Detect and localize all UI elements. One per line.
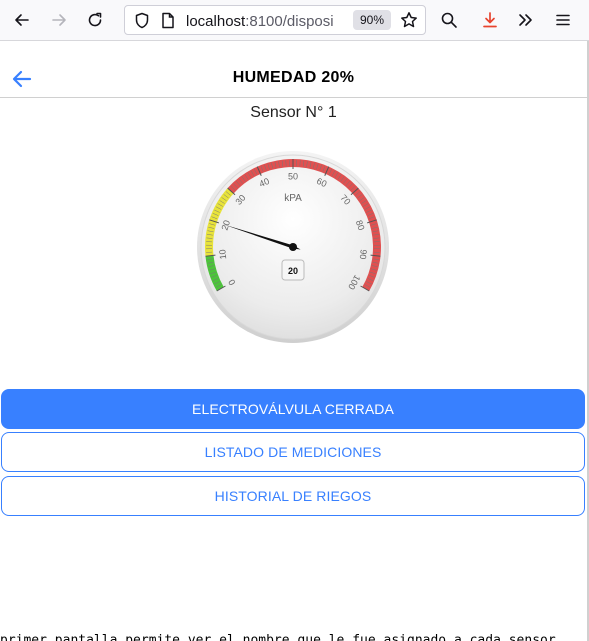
humidity-gauge: 010203040 50 60708090100 kPA 20 bbox=[197, 151, 389, 343]
gauge-tick-label: 50 bbox=[288, 171, 298, 181]
sensor-label: Sensor N° 1 bbox=[250, 104, 337, 121]
back-arrow-icon[interactable] bbox=[8, 6, 36, 34]
url-text[interactable]: localhost:8100/disposi bbox=[186, 13, 354, 30]
reload-icon[interactable] bbox=[81, 6, 109, 34]
shield-icon[interactable] bbox=[134, 12, 150, 34]
measurements-list-button[interactable]: LISTADO DE MEDICIONES bbox=[1, 432, 585, 472]
star-icon[interactable] bbox=[400, 11, 418, 34]
overflow-chevrons-icon[interactable] bbox=[512, 6, 540, 34]
zoom-badge[interactable]: 90% bbox=[353, 10, 391, 30]
app-header: HUMEDAD 20% bbox=[0, 41, 587, 98]
gauge-unit: kPA bbox=[284, 193, 302, 204]
browser-toolbar: localhost:8100/disposi 90% bbox=[0, 0, 589, 41]
irrigation-history-button[interactable]: HISTORIAL DE RIEGOS bbox=[1, 476, 585, 516]
url-path: :8100/disposi bbox=[245, 13, 334, 30]
page-icon[interactable] bbox=[161, 12, 175, 34]
footer-text: primer pantalla permite ver el nombre qu… bbox=[0, 631, 587, 641]
search-icon[interactable] bbox=[435, 6, 463, 34]
hamburger-menu-icon[interactable] bbox=[549, 6, 577, 34]
footer-text-content: primer pantalla permite ver el nombre qu… bbox=[0, 633, 556, 641]
forward-arrow-icon[interactable] bbox=[45, 6, 73, 34]
download-icon[interactable] bbox=[476, 6, 504, 34]
page-title: HUMEDAD 20% bbox=[232, 69, 355, 86]
url-host: localhost bbox=[186, 13, 246, 30]
url-bar[interactable]: localhost:8100/disposi 90% bbox=[124, 5, 426, 35]
gauge-value: 20 bbox=[288, 266, 298, 276]
gauge-tick-label: 10 bbox=[217, 249, 228, 260]
gauge-needle-hub bbox=[289, 243, 297, 251]
valve-status-button[interactable]: ELECTROVÁLVULA CERRADA bbox=[1, 389, 585, 429]
gauge-tick-label: 90 bbox=[358, 249, 369, 260]
